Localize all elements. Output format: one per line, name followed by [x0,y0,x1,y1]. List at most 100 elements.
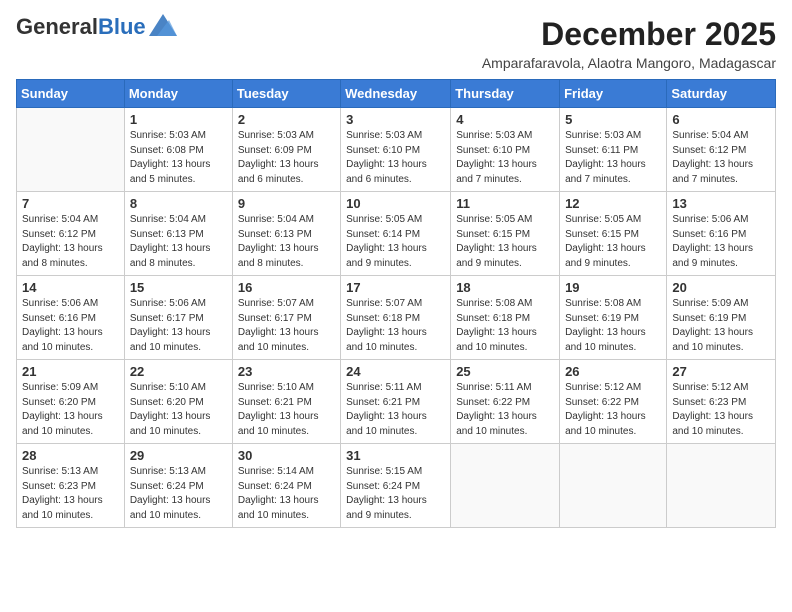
day-info: Sunrise: 5:03 AMSunset: 6:11 PMDaylight:… [565,129,661,187]
day-number: 25 [456,364,554,379]
day-info: Sunrise: 5:04 AMSunset: 6:12 PMDaylight:… [672,129,770,187]
day-number: 9 [238,196,335,211]
calendar-cell: 30 Sunrise: 5:14 AMSunset: 6:24 PMDayligh… [232,444,340,528]
calendar-cell: 14 Sunrise: 5:06 AMSunset: 6:16 PMDayligh… [17,276,125,360]
title-block: December 2025 Amparafaravola, Alaotra Ma… [482,16,776,71]
day-info: Sunrise: 5:13 AMSunset: 6:24 PMDaylight:… [130,465,227,523]
calendar-cell: 27 Sunrise: 5:12 AMSunset: 6:23 PMDayligh… [667,360,776,444]
weekday-header: Tuesday [232,80,340,108]
day-number: 5 [565,112,661,127]
day-number: 10 [346,196,445,211]
day-info: Sunrise: 5:04 AMSunset: 6:13 PMDaylight:… [130,213,227,271]
day-info: Sunrise: 5:09 AMSunset: 6:19 PMDaylight:… [672,297,770,355]
day-info: Sunrise: 5:08 AMSunset: 6:19 PMDaylight:… [565,297,661,355]
day-info: Sunrise: 5:05 AMSunset: 6:14 PMDaylight:… [346,213,445,271]
day-number: 30 [238,448,335,463]
day-number: 16 [238,280,335,295]
day-info: Sunrise: 5:06 AMSunset: 6:16 PMDaylight:… [22,297,119,355]
calendar-cell: 24Sunrise: 5:11 AMSunset: 6:21 PMDayligh… [341,360,451,444]
day-number: 19 [565,280,661,295]
calendar-cell: 12Sunrise: 5:05 AMSunset: 6:15 PMDayligh… [560,192,667,276]
calendar-cell: 13 Sunrise: 5:06 AMSunset: 6:16 PMDayligh… [667,192,776,276]
weekday-header: Saturday [667,80,776,108]
weekday-header: Friday [560,80,667,108]
day-number: 8 [130,196,227,211]
calendar-cell [560,444,667,528]
calendar-week-row: 1 Sunrise: 5:03 AMSunset: 6:08 PMDaylight… [17,108,776,192]
day-number: 31 [346,448,445,463]
day-number: 29 [130,448,227,463]
day-number: 11 [456,196,554,211]
calendar-week-row: 14 Sunrise: 5:06 AMSunset: 6:16 PMDayligh… [17,276,776,360]
calendar-cell: 29 Sunrise: 5:13 AMSunset: 6:24 PMDayligh… [124,444,232,528]
day-number: 24 [346,364,445,379]
page-header: GeneralBlue December 2025 Amparafaravola… [16,16,776,71]
calendar-cell: 3 Sunrise: 5:03 AMSunset: 6:10 PMDaylight… [341,108,451,192]
day-info: Sunrise: 5:03 AMSunset: 6:10 PMDaylight:… [456,129,554,187]
calendar-cell: 5 Sunrise: 5:03 AMSunset: 6:11 PMDaylight… [560,108,667,192]
day-number: 7 [22,196,119,211]
calendar-cell: 16Sunrise: 5:07 AMSunset: 6:17 PMDayligh… [232,276,340,360]
day-info: Sunrise: 5:05 AMSunset: 6:15 PMDaylight:… [456,213,554,271]
logo-text: GeneralBlue [16,16,146,38]
day-number: 15 [130,280,227,295]
calendar-table: SundayMondayTuesdayWednesdayThursdayFrid… [16,79,776,528]
logo-general: General [16,14,98,39]
logo-icon [149,14,177,36]
day-number: 27 [672,364,770,379]
day-number: 20 [672,280,770,295]
day-info: Sunrise: 5:09 AMSunset: 6:20 PMDaylight:… [22,381,119,439]
calendar-cell: 7 Sunrise: 5:04 AMSunset: 6:12 PMDaylight… [17,192,125,276]
day-number: 4 [456,112,554,127]
calendar-cell: 10 Sunrise: 5:05 AMSunset: 6:14 PMDayligh… [341,192,451,276]
calendar-cell: 2 Sunrise: 5:03 AMSunset: 6:09 PMDaylight… [232,108,340,192]
calendar-cell: 19 Sunrise: 5:08 AMSunset: 6:19 PMDayligh… [560,276,667,360]
day-number: 2 [238,112,335,127]
calendar-cell: 23Sunrise: 5:10 AMSunset: 6:21 PMDayligh… [232,360,340,444]
day-info: Sunrise: 5:07 AMSunset: 6:18 PMDaylight:… [346,297,445,355]
day-info: Sunrise: 5:03 AMSunset: 6:08 PMDaylight:… [130,129,227,187]
calendar-cell [17,108,125,192]
day-info: Sunrise: 5:15 AMSunset: 6:24 PMDaylight:… [346,465,445,523]
weekday-header: Thursday [451,80,560,108]
day-info: Sunrise: 5:03 AMSunset: 6:09 PMDaylight:… [238,129,335,187]
day-number: 6 [672,112,770,127]
day-info: Sunrise: 5:06 AMSunset: 6:16 PMDaylight:… [672,213,770,271]
day-number: 17 [346,280,445,295]
calendar-week-row: 28Sunrise: 5:13 AMSunset: 6:23 PMDayligh… [17,444,776,528]
day-info: Sunrise: 5:10 AMSunset: 6:21 PMDaylight:… [238,381,335,439]
day-info: Sunrise: 5:10 AMSunset: 6:20 PMDaylight:… [130,381,227,439]
weekday-header: Wednesday [341,80,451,108]
calendar-cell: 6 Sunrise: 5:04 AMSunset: 6:12 PMDaylight… [667,108,776,192]
day-number: 21 [22,364,119,379]
day-number: 22 [130,364,227,379]
day-info: Sunrise: 5:11 AMSunset: 6:22 PMDaylight:… [456,381,554,439]
day-number: 26 [565,364,661,379]
day-info: Sunrise: 5:12 AMSunset: 6:23 PMDaylight:… [672,381,770,439]
day-info: Sunrise: 5:13 AMSunset: 6:23 PMDaylight:… [22,465,119,523]
logo: GeneralBlue [16,16,177,38]
calendar-cell: 9 Sunrise: 5:04 AMSunset: 6:13 PMDaylight… [232,192,340,276]
day-info: Sunrise: 5:03 AMSunset: 6:10 PMDaylight:… [346,129,445,187]
calendar-week-row: 21 Sunrise: 5:09 AMSunset: 6:20 PMDayligh… [17,360,776,444]
calendar-cell: 8 Sunrise: 5:04 AMSunset: 6:13 PMDaylight… [124,192,232,276]
calendar-cell: 28Sunrise: 5:13 AMSunset: 6:23 PMDayligh… [17,444,125,528]
day-number: 13 [672,196,770,211]
day-info: Sunrise: 5:14 AMSunset: 6:24 PMDaylight:… [238,465,335,523]
day-info: Sunrise: 5:12 AMSunset: 6:22 PMDaylight:… [565,381,661,439]
calendar-cell: 21 Sunrise: 5:09 AMSunset: 6:20 PMDayligh… [17,360,125,444]
weekday-header: Sunday [17,80,125,108]
logo-blue: Blue [98,14,146,39]
calendar-cell [451,444,560,528]
day-number: 3 [346,112,445,127]
calendar-header-row: SundayMondayTuesdayWednesdayThursdayFrid… [17,80,776,108]
day-number: 14 [22,280,119,295]
day-info: Sunrise: 5:04 AMSunset: 6:13 PMDaylight:… [238,213,335,271]
calendar-cell: 26 Sunrise: 5:12 AMSunset: 6:22 PMDayligh… [560,360,667,444]
day-number: 1 [130,112,227,127]
calendar-cell: 1 Sunrise: 5:03 AMSunset: 6:08 PMDaylight… [124,108,232,192]
month-year: December 2025 [482,16,776,53]
calendar-cell [667,444,776,528]
day-info: Sunrise: 5:04 AMSunset: 6:12 PMDaylight:… [22,213,119,271]
calendar-cell: 20 Sunrise: 5:09 AMSunset: 6:19 PMDayligh… [667,276,776,360]
